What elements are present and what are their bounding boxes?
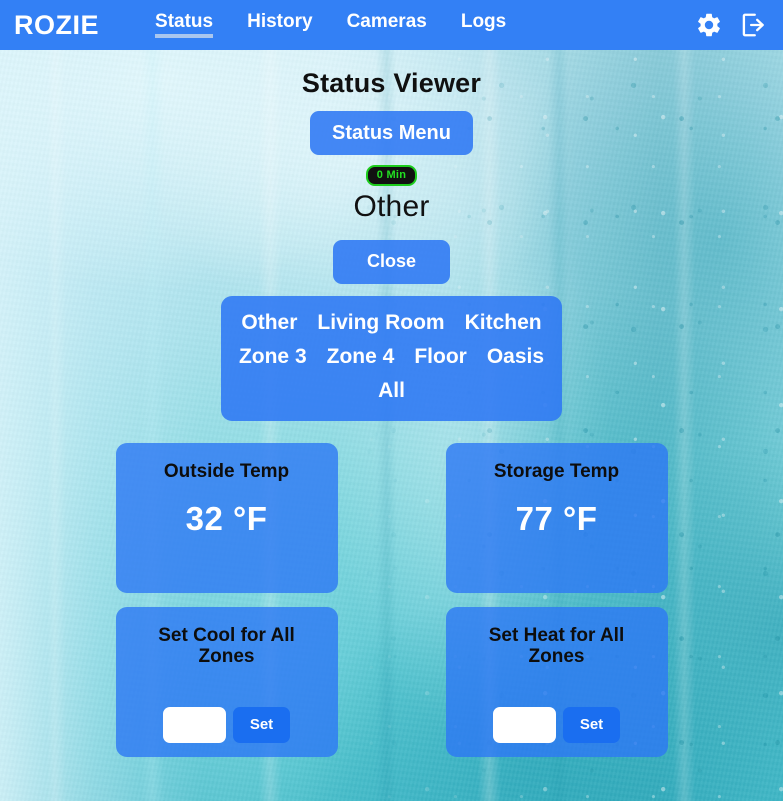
nav-link-status[interactable]: Status: [155, 11, 214, 39]
set-heat-button[interactable]: Set: [562, 706, 621, 743]
zone-option-all[interactable]: All: [378, 377, 405, 405]
close-button[interactable]: Close: [332, 240, 451, 284]
zone-option-oasis[interactable]: Oasis: [487, 343, 544, 371]
brand-logo: ROZIE: [14, 9, 100, 40]
storage-temp-card: Storage Temp 77 °F: [445, 442, 668, 593]
nav-links: Status History Cameras Logs: [155, 11, 506, 39]
selected-zone-title: Other: [353, 190, 430, 224]
nav-actions: [695, 11, 767, 39]
zone-option-living-room[interactable]: Living Room: [317, 309, 444, 337]
zone-option-floor[interactable]: Floor: [414, 343, 467, 371]
nav-link-logs[interactable]: Logs: [461, 11, 506, 39]
zone-option-kitchen[interactable]: Kitchen: [465, 309, 542, 337]
zone-option-other[interactable]: Other: [241, 309, 297, 337]
nav-link-cameras[interactable]: Cameras: [347, 11, 427, 39]
set-heat-controls: Set: [492, 706, 621, 743]
set-cool-all-zones-card: Set Cool for All Zones Set: [115, 606, 338, 757]
status-menu-button[interactable]: Status Menu: [310, 111, 473, 155]
set-heat-label: Set Heat for All Zones: [488, 624, 625, 667]
set-heat-input[interactable]: [492, 706, 556, 743]
card-grid: Outside Temp 32 °F Storage Temp 77 °F Se…: [115, 442, 668, 757]
top-navigation-bar: ROZIE Status History Cameras Logs: [0, 0, 783, 50]
set-cool-label: Set Cool for All Zones: [158, 624, 295, 667]
storage-temp-label: Storage Temp: [493, 460, 620, 482]
set-heat-all-zones-card: Set Heat for All Zones Set: [445, 606, 668, 757]
status-badge-minutes: 0 Min: [365, 165, 418, 187]
gear-icon[interactable]: [695, 11, 723, 39]
outside-temp-card: Outside Temp 32 °F: [115, 442, 338, 593]
storage-temp-value: 77 °F: [515, 499, 598, 537]
page-title: Status Viewer: [301, 68, 482, 98]
set-cool-button[interactable]: Set: [232, 706, 291, 743]
page-content: Status Viewer Status Menu 0 Min Other Cl…: [0, 50, 783, 801]
set-cool-input[interactable]: [162, 706, 226, 743]
set-cool-controls: Set: [162, 706, 291, 743]
zone-option-zone-3[interactable]: Zone 3: [239, 343, 307, 371]
zone-option-zone-4[interactable]: Zone 4: [327, 343, 395, 371]
sign-out-icon[interactable]: [739, 11, 767, 39]
nav-link-history[interactable]: History: [247, 11, 312, 39]
outside-temp-value: 32 °F: [185, 499, 268, 537]
zone-selector-panel: Other Living Room Kitchen Zone 3 Zone 4 …: [221, 295, 562, 421]
outside-temp-label: Outside Temp: [163, 460, 290, 482]
